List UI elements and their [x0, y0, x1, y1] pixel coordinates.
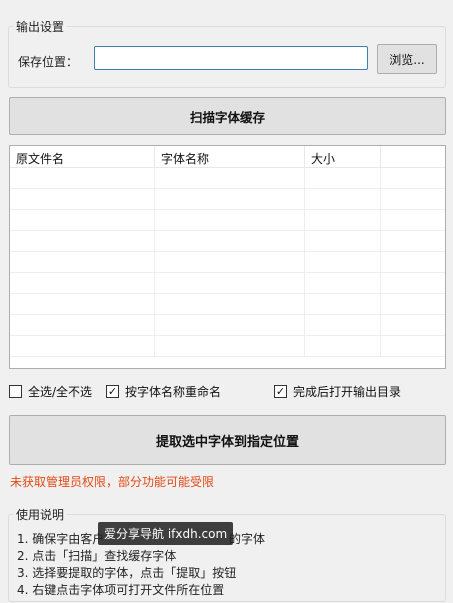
- table-cell: [305, 252, 381, 272]
- table-cell: [10, 273, 155, 293]
- column-size[interactable]: 大小: [305, 146, 381, 167]
- rename-by-font-box[interactable]: ✓: [106, 385, 119, 398]
- table-cell: [155, 273, 305, 293]
- table-cell: [10, 294, 155, 314]
- table-cell: [10, 315, 155, 335]
- column-original-filename[interactable]: 原文件名: [10, 146, 155, 167]
- table-cell: [10, 231, 155, 251]
- table-row[interactable]: [10, 294, 445, 315]
- table-cell: [381, 336, 445, 356]
- open-output-dir-box[interactable]: ✓: [274, 385, 287, 398]
- instruction-line-2: 2. 点击「扫描」查找缓存字体: [17, 549, 177, 563]
- table-cell: [305, 294, 381, 314]
- table-cell: [381, 294, 445, 314]
- table-row[interactable]: [10, 273, 445, 294]
- table-row[interactable]: [10, 336, 445, 357]
- table-cell: [305, 315, 381, 335]
- table-cell: [155, 168, 305, 188]
- table-cell: [155, 294, 305, 314]
- open-output-dir-checkbox[interactable]: ✓ 完成后打开输出目录: [274, 383, 401, 400]
- table-header: 原文件名 字体名称 大小: [10, 146, 445, 168]
- table-cell: [10, 252, 155, 272]
- watermark-overlay: 爱分享导航 ifxdh.com: [98, 522, 234, 545]
- table-row[interactable]: [10, 168, 445, 189]
- table-cell: [381, 168, 445, 188]
- table-cell: [305, 168, 381, 188]
- table-row[interactable]: [10, 252, 445, 273]
- table-cell: [10, 210, 155, 230]
- scan-font-cache-button[interactable]: 扫描字体缓存: [9, 97, 446, 135]
- table-row[interactable]: [10, 231, 445, 252]
- open-output-dir-label: 完成后打开输出目录: [293, 385, 402, 399]
- table-cell: [381, 231, 445, 251]
- select-all-box[interactable]: [9, 385, 22, 398]
- extract-fonts-button[interactable]: 提取选中字体到指定位置: [9, 415, 446, 465]
- table-cell: [155, 231, 305, 251]
- column-extra: [381, 146, 445, 167]
- table-cell: [155, 336, 305, 356]
- admin-warning-text: 未获取管理员权限，部分功能可能受限: [10, 475, 215, 489]
- table-row[interactable]: [10, 315, 445, 336]
- table-cell: [381, 210, 445, 230]
- table-row[interactable]: [10, 210, 445, 231]
- table-row[interactable]: [10, 189, 445, 210]
- save-path-input[interactable]: [94, 46, 368, 70]
- save-location-label: 保存位置：: [18, 55, 79, 69]
- rename-by-font-label: 按字体名称重命名: [125, 385, 222, 399]
- table-cell: [305, 231, 381, 251]
- table-cell: [381, 252, 445, 272]
- table-cell: [381, 315, 445, 335]
- browse-button[interactable]: 浏览...: [377, 44, 437, 74]
- select-all-checkbox[interactable]: 全选/全不选: [9, 383, 92, 400]
- table-cell: [10, 168, 155, 188]
- instructions-title: 使用说明: [13, 506, 68, 523]
- table-cell: [155, 210, 305, 230]
- table-cell: [10, 336, 155, 356]
- table-body: [10, 168, 445, 357]
- table-cell: [10, 189, 155, 209]
- table-cell: [381, 273, 445, 293]
- select-all-label: 全选/全不选: [28, 385, 93, 399]
- instruction-line-3: 3. 选择要提取的字体，点击「提取」按钮: [17, 566, 237, 580]
- instruction-line-1-tail: 的字体: [229, 532, 266, 546]
- instruction-line-4: 4. 右键点击字体项可打开文件所在位置: [17, 583, 225, 597]
- output-settings-title: 输出设置: [13, 18, 68, 35]
- table-cell: [155, 189, 305, 209]
- table-cell: [305, 210, 381, 230]
- table-cell: [305, 189, 381, 209]
- table-cell: [381, 189, 445, 209]
- instruction-line-1: 1. 确保字由客户: [17, 532, 105, 546]
- font-table[interactable]: 原文件名 字体名称 大小: [9, 145, 446, 369]
- column-font-name[interactable]: 字体名称: [155, 146, 305, 167]
- table-cell: [155, 315, 305, 335]
- table-cell: [305, 273, 381, 293]
- table-cell: [305, 336, 381, 356]
- table-cell: [155, 252, 305, 272]
- rename-by-font-checkbox[interactable]: ✓ 按字体名称重命名: [106, 383, 221, 400]
